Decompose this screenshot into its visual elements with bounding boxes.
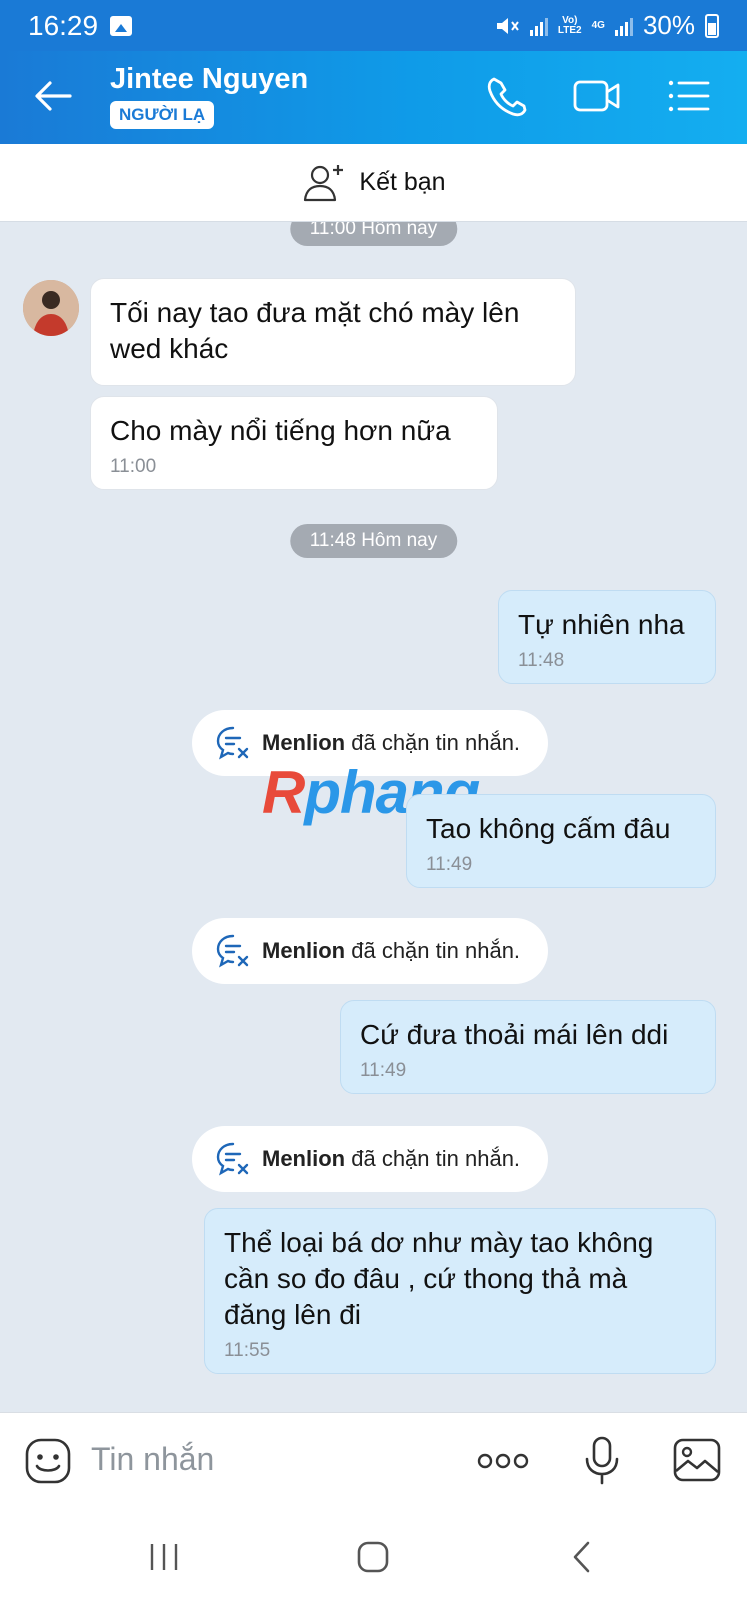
contact-avatar[interactable] xyxy=(23,280,79,336)
status-indicators: Vo) LTE2 4G 30% xyxy=(494,10,719,41)
blocked-text: Menlion đã chặn tin nhắn. xyxy=(262,730,521,755)
add-friend-label: Kết bạn xyxy=(359,168,446,196)
time-divider: 11:48 Hôm nay xyxy=(289,524,458,558)
message-text: Thể loại bá dơ như mày tao không cần so … xyxy=(224,1227,654,1330)
message-time: 11:55 xyxy=(224,1340,271,1361)
incoming-message[interactable]: Cho mày nổi tiếng hơn nữa 11:00 xyxy=(90,396,498,490)
video-call-icon[interactable] xyxy=(572,73,622,119)
message-time: 11:48 xyxy=(518,650,565,671)
mute-icon xyxy=(496,17,519,34)
nav-back-icon[interactable] xyxy=(570,1540,594,1574)
blocked-message-icon xyxy=(216,726,249,760)
message-text: Tao không cấm đâu xyxy=(426,813,671,844)
message-text: Tự nhiên nha xyxy=(518,609,685,640)
message-time: 11:00 xyxy=(110,456,157,477)
message-text: Tối nay tao đưa mặt chó mày lên wed khác xyxy=(110,297,520,364)
outgoing-message[interactable]: Cứ đưa thoải mái lên ddi 11:49 xyxy=(340,1000,716,1094)
phone-icon[interactable] xyxy=(484,73,534,119)
blocked-text: Menlion đã chặn tin nhắn. xyxy=(262,938,521,963)
signal-icon xyxy=(529,16,548,36)
status-bar: 16:29 Vo) LTE2 4G 30% xyxy=(0,0,747,51)
battery-percent: 30% xyxy=(642,10,695,40)
add-friend-bar[interactable]: Kết bạn xyxy=(0,144,747,222)
blocked-notice: Menlion đã chặn tin nhắn. xyxy=(192,918,548,984)
outgoing-message[interactable]: Tự nhiên nha 11:48 xyxy=(498,590,716,684)
home-icon[interactable] xyxy=(356,1540,390,1574)
chat-header: Jintee Nguyen NGƯỜI LẠ xyxy=(0,51,747,144)
blocked-message-icon xyxy=(216,934,249,968)
network-label: 4G xyxy=(591,19,605,31)
emoji-icon[interactable] xyxy=(24,1437,72,1485)
blocked-message-icon xyxy=(216,1142,249,1176)
message-text: Cứ đưa thoải mái lên ddi xyxy=(360,1019,669,1050)
message-time: 11:49 xyxy=(426,854,473,875)
recent-apps-icon[interactable] xyxy=(148,1542,180,1572)
message-text: Cho mày nổi tiếng hơn nữa xyxy=(110,415,451,446)
add-friend-icon xyxy=(304,164,344,201)
time-divider: 11:00 Hôm nay xyxy=(289,222,458,246)
incoming-message[interactable]: Tối nay tao đưa mặt chó mày lên wed khác xyxy=(90,278,576,386)
outgoing-message[interactable]: Tao không cấm đâu 11:49 xyxy=(406,794,716,888)
more-icon[interactable] xyxy=(476,1451,530,1471)
message-input-bar: Tin nhắn xyxy=(0,1412,747,1508)
status-time: 16:29 xyxy=(28,9,99,41)
gallery-notification-icon xyxy=(110,15,133,36)
image-icon[interactable] xyxy=(672,1437,722,1483)
contact-name[interactable]: Jintee Nguyen xyxy=(110,63,308,96)
microphone-icon[interactable] xyxy=(582,1435,622,1487)
stranger-badge: NGƯỜI LẠ xyxy=(110,101,215,129)
battery-icon xyxy=(705,13,719,38)
blocked-text: Menlion đã chặn tin nhắn. xyxy=(262,1146,521,1171)
blocked-notice: Menlion đã chặn tin nhắn. xyxy=(192,1126,548,1192)
outgoing-message[interactable]: Thể loại bá dơ như mày tao không cần so … xyxy=(204,1208,716,1374)
back-arrow-icon[interactable] xyxy=(30,73,76,119)
message-time: 11:49 xyxy=(360,1060,407,1081)
signal-2-icon xyxy=(614,16,633,36)
volte-label: Vo) LTE2 xyxy=(557,14,582,36)
menu-list-icon[interactable] xyxy=(664,73,714,119)
message-input[interactable]: Tin nhắn xyxy=(91,1441,214,1478)
system-nav-bar xyxy=(0,1508,747,1600)
chat-area[interactable]: 11:00 Hôm nay Tối nay tao đưa mặt chó mà… xyxy=(0,222,747,1412)
